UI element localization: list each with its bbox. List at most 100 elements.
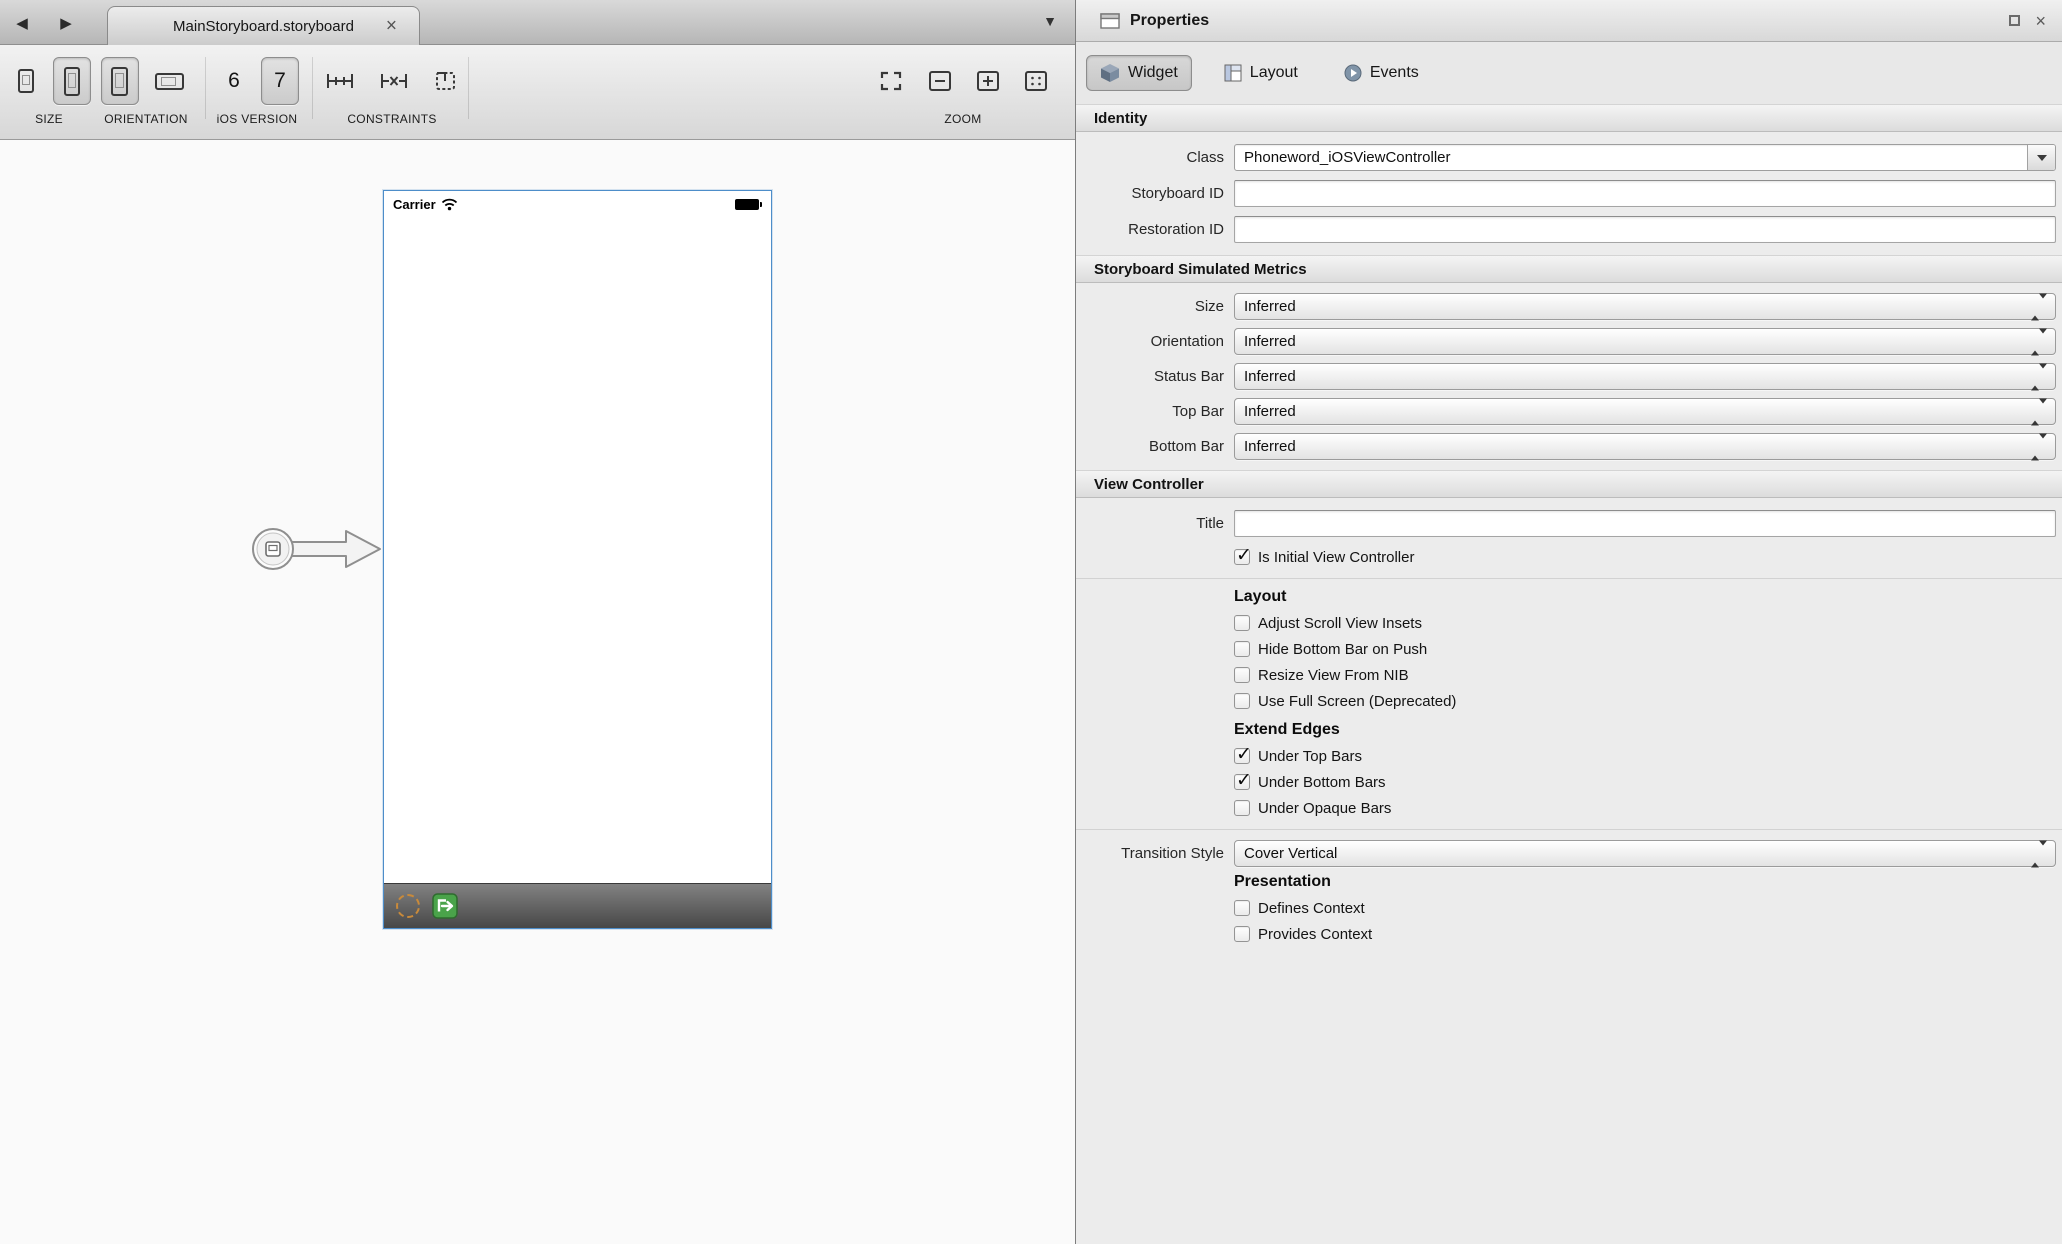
transition-rows: Transition Style Cover Vertical [1076,830,2062,869]
back-button[interactable]: ◀ [8,9,36,37]
tab-widget[interactable]: Widget [1086,55,1192,91]
first-responder-icon[interactable] [396,894,420,918]
frame-constraint-icon [433,70,459,92]
remove-constraint-icon [379,70,409,92]
iphone-small-icon [18,69,34,93]
class-dropdown-button[interactable] [2027,145,2055,170]
zoom-actual-size-button[interactable] [1016,57,1056,105]
orientation-portrait-button[interactable] [101,57,139,105]
checkbox-box[interactable]: ✓ [1234,667,1250,683]
battery-icon [735,199,763,210]
checkbox-is-initial-view-controller[interactable]: ✓ Is Initial View Controller [1234,546,2062,568]
top-bar-popup[interactable]: Inferred [1234,398,2056,425]
storyboard-id-row: Storyboard ID [1076,180,2056,207]
ios6-label: 6 [228,69,240,93]
events-circle-icon [1344,64,1362,82]
checkbox-defines-context[interactable]: ✓ Defines Context [1234,895,2062,921]
checkbox-box[interactable]: ✓ [1234,800,1250,816]
iphone-tall-icon [64,67,80,96]
checkbox-box[interactable]: ✓ [1234,900,1250,916]
checkbox-adjust-scroll-view-insets[interactable]: ✓ Adjust Scroll View Insets [1234,610,2062,636]
zoom-group: ZOOM [858,51,1068,126]
add-constraint-button[interactable] [317,57,363,105]
portrait-phone-icon [111,67,128,96]
stepper-arrows-icon [2031,403,2047,420]
checkbox-label: Under Top Bars [1258,748,1362,765]
tab-bar: ◀ ▶ MainStoryboard.storyboard × ▼ [0,0,1075,45]
orientation-landscape-button[interactable] [147,57,192,105]
restoration-id-field[interactable] [1234,216,2056,243]
ios-version-7-button[interactable]: 7 [261,57,299,105]
zoom-out-button[interactable] [920,57,960,105]
status-bar-value: Inferred [1244,368,1296,385]
checkbox-label: Under Opaque Bars [1258,800,1391,817]
checkbox-use-full-screen[interactable]: ✓ Use Full Screen (Deprecated) [1234,688,2062,714]
back-icon: ◀ [16,14,28,32]
presentation-header: Presentation [1234,873,2062,891]
landscape-phone-icon [155,73,184,90]
size-label: Size [1076,298,1224,315]
tab-close-icon[interactable]: × [386,17,397,36]
size-iphone-tall-button[interactable] [53,57,91,105]
forward-button[interactable]: ▶ [52,9,80,37]
checkbox-hide-bottom-bar-on-push[interactable]: ✓ Hide Bottom Bar on Push [1234,636,2062,662]
storyboard-canvas[interactable]: Carrier [0,140,1075,1244]
view-controller-scene[interactable]: Carrier [383,190,772,929]
ios-version-group-label: iOS VERSION [217,112,298,126]
checkbox-box[interactable]: ✓ [1234,641,1250,657]
orientation-popup[interactable]: Inferred [1234,328,2056,355]
stepper-arrows-icon [2031,845,2047,862]
storyboard-id-label: Storyboard ID [1076,185,1224,202]
transition-style-label: Transition Style [1076,845,1224,862]
tab-layout[interactable]: Layout [1210,56,1312,90]
checkbox-label: Resize View From NIB [1258,667,1409,684]
status-bar-popup[interactable]: Inferred [1234,363,2056,390]
tab-widget-label: Widget [1128,64,1178,82]
checkbox-under-bottom-bars[interactable]: ✓ Under Bottom Bars [1234,769,2062,795]
checkbox-under-top-bars[interactable]: ✓ Under Top Bars [1234,743,2062,769]
transition-style-popup[interactable]: Cover Vertical [1234,840,2056,867]
zoom-fit-button[interactable] [870,57,912,105]
forward-icon: ▶ [60,14,72,32]
checkbox-under-opaque-bars[interactable]: ✓ Under Opaque Bars [1234,795,2062,821]
checkbox-box[interactable]: ✓ [1234,615,1250,631]
initial-view-controller-arrow[interactable] [248,519,385,579]
close-panel-icon[interactable]: × [2035,12,2046,30]
size-group-label: SIZE [35,112,63,126]
checkbox-box[interactable]: ✓ [1234,774,1250,790]
checkbox-box[interactable]: ✓ [1234,549,1250,565]
tab-events[interactable]: Events [1330,56,1433,90]
ios-version-group: 6 7 iOS VERSION [212,51,302,126]
size-popup[interactable]: Inferred [1234,293,2056,320]
checkbox-resize-view-from-nib[interactable]: ✓ Resize View From NIB [1234,662,2062,688]
zoom-group-label: ZOOM [944,112,981,126]
toolbar-separator [205,57,206,119]
presentation-block: Presentation ✓ Defines Context ✓ Provide… [1076,869,2062,955]
remove-constraint-button[interactable] [371,57,417,105]
stepper-arrows-icon [2031,298,2047,315]
frame-constraint-button[interactable] [425,57,467,105]
bottom-bar-popup[interactable]: Inferred [1234,433,2056,460]
dock-panel-icon[interactable] [2009,15,2020,26]
tab-list-dropdown-icon[interactable]: ▼ [1043,13,1057,29]
size-row: Size Inferred [1076,293,2056,320]
class-combobox[interactable]: Phoneword_iOSViewController [1234,144,2056,171]
chevron-down-icon [2037,155,2047,161]
editor-area: ◀ ▶ MainStoryboard.storyboard × ▼ SIZE O… [0,0,1075,1244]
class-label: Class [1076,149,1224,166]
exit-segue-icon[interactable] [432,893,458,919]
checkbox-box[interactable]: ✓ [1234,693,1250,709]
actual-size-icon [1024,70,1048,92]
checkbox-label: Use Full Screen (Deprecated) [1258,693,1456,710]
designer-toolbar: SIZE ORIENTATION 6 7 iOS VERSION [0,45,1075,140]
zoom-in-button[interactable] [968,57,1008,105]
title-field[interactable] [1234,510,2056,537]
checkbox-label: Is Initial View Controller [1258,549,1414,566]
ios-version-6-button[interactable]: 6 [215,57,253,105]
size-iphone-button[interactable] [7,57,45,105]
checkbox-provides-context[interactable]: ✓ Provides Context [1234,921,2062,947]
tab-mainstoryboard[interactable]: MainStoryboard.storyboard × [107,6,420,45]
checkbox-box[interactable]: ✓ [1234,748,1250,764]
storyboard-id-field[interactable] [1234,180,2056,207]
checkbox-box[interactable]: ✓ [1234,926,1250,942]
